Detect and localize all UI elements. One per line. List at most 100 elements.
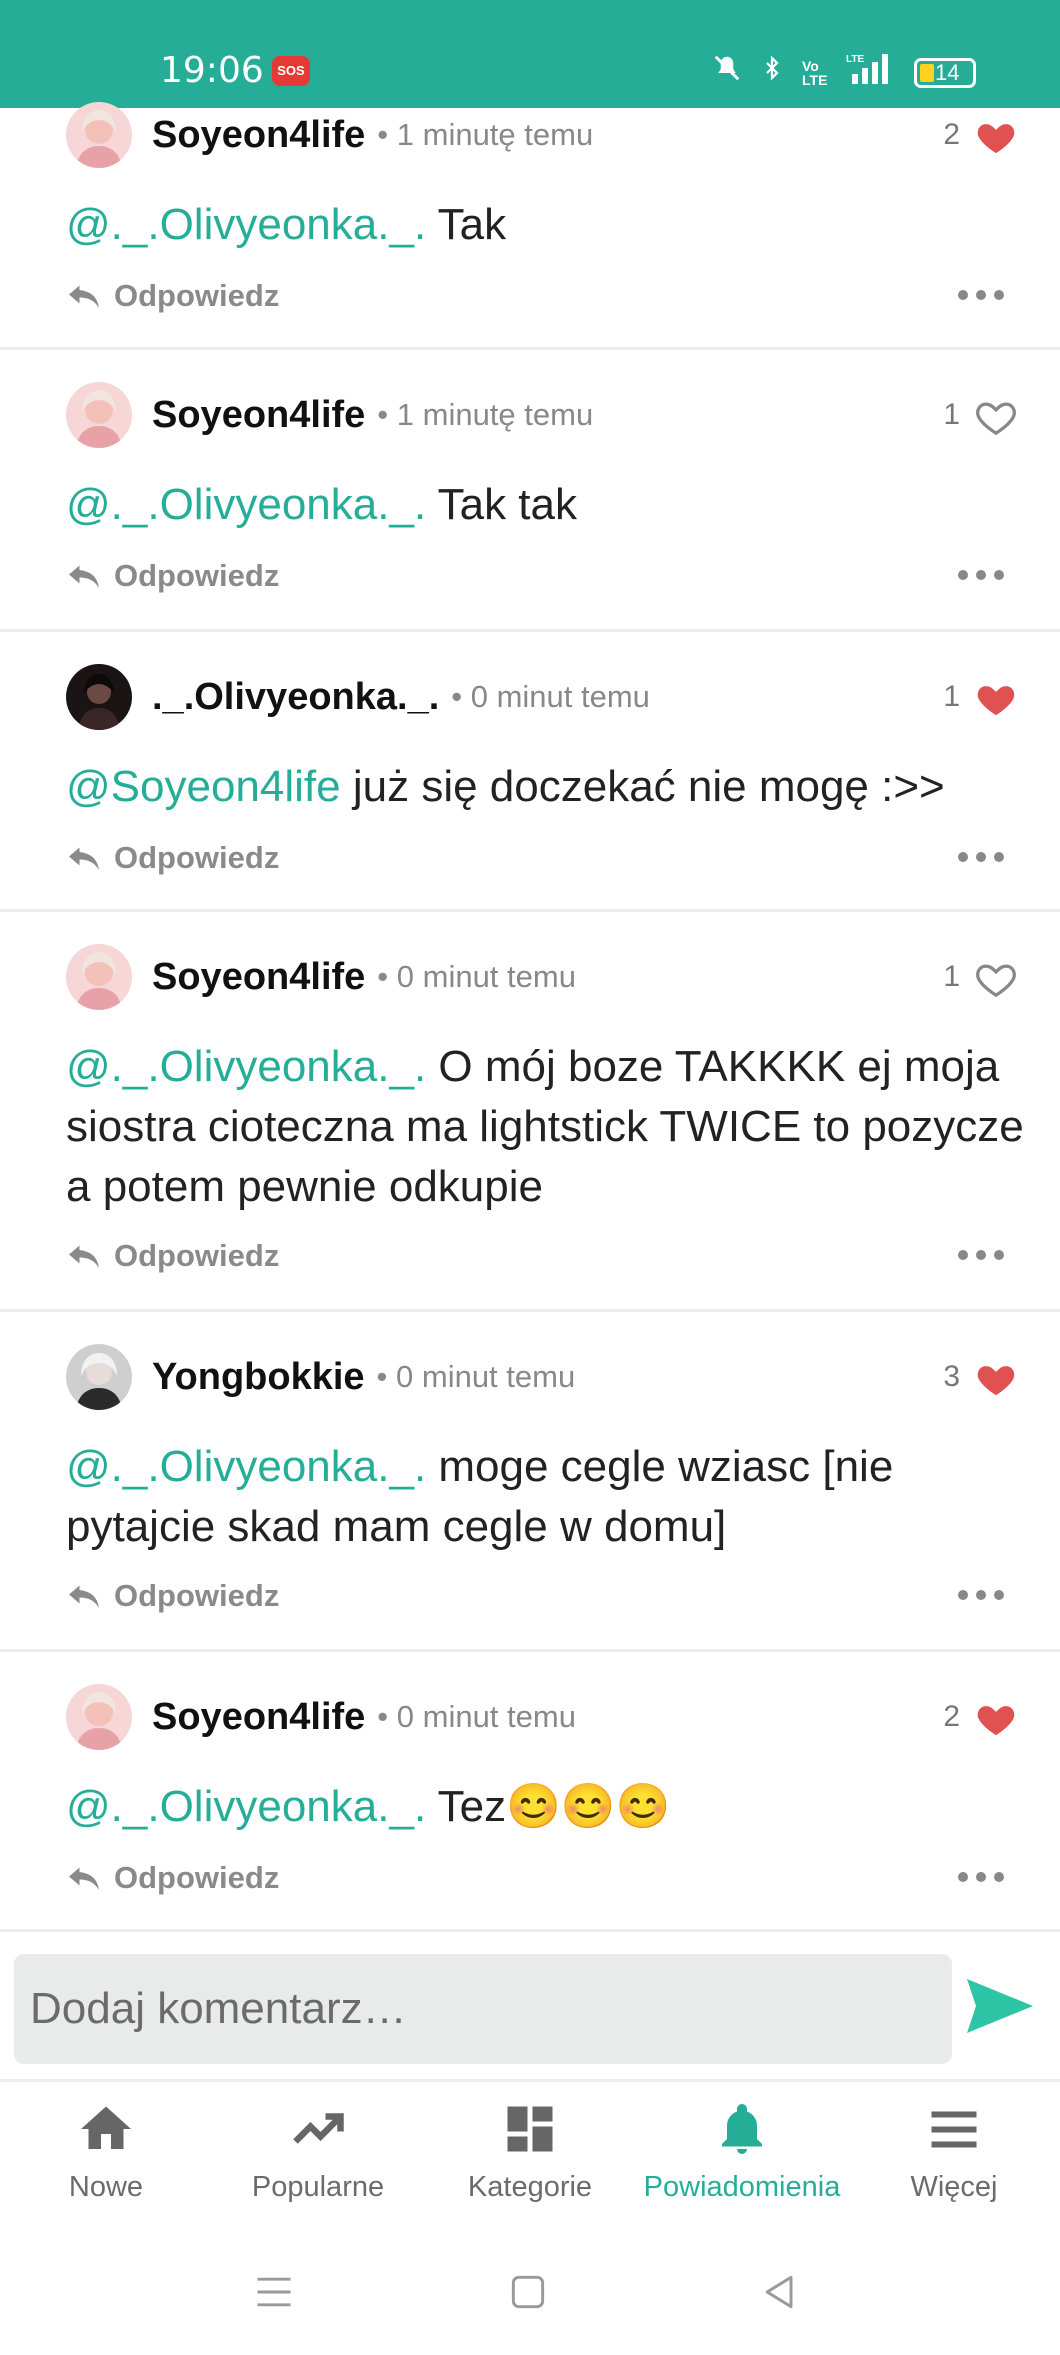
reply-icon <box>69 1245 99 1268</box>
reply-label: Odpowiedz <box>114 1860 280 1895</box>
reply-icon <box>69 565 99 588</box>
like-control[interactable]: 2 <box>943 1687 1018 1747</box>
comment-item: Soyeon4life • 1 minutę temu 1 @._.Olivye… <box>0 350 1060 632</box>
comment-item: Yongbokkie • 0 minut temu 3 @._.Olivyeon… <box>0 1312 1060 1652</box>
reply-button[interactable]: Odpowiedz <box>66 1860 279 1896</box>
dashboard-icon <box>507 2106 553 2152</box>
comment-header: Soyeon4life • 0 minut temu <box>66 1682 576 1752</box>
reply-icon <box>69 1585 99 1608</box>
more-options-icon[interactable] <box>958 1872 1004 1882</box>
comment-header: Soyeon4life • 1 minutę temu <box>66 100 593 170</box>
comment-username[interactable]: Soyeon4life <box>152 956 365 999</box>
comment-composer <box>0 1932 1060 2082</box>
comment-time: • 0 minut temu <box>377 959 576 994</box>
nav-label: Nowe <box>68 2171 144 2203</box>
comment-body: @._.Olivyeonka._. moge cegle wziasc [nie… <box>66 1437 1030 1557</box>
reply-button[interactable]: Odpowiedz <box>66 278 279 314</box>
heart-icon[interactable] <box>974 1357 1018 1397</box>
system-navigation <box>0 2240 1060 2355</box>
more-options-icon[interactable] <box>958 290 1004 300</box>
like-count: 2 <box>943 118 960 151</box>
avatar[interactable] <box>66 944 132 1010</box>
comment-time: • 0 minut temu <box>377 1699 576 1734</box>
reply-label: Odpowiedz <box>114 558 280 593</box>
home-button-icon[interactable] <box>506 2270 550 2314</box>
comment-time: • 1 minutę temu <box>377 397 594 432</box>
nav-label: Popularne <box>251 2171 385 2203</box>
comment-body: @._.Olivyeonka._. Tak <box>66 195 1030 255</box>
trending-icon <box>293 2113 344 2144</box>
avatar[interactable] <box>66 1344 132 1410</box>
more-options-icon[interactable] <box>958 570 1004 580</box>
comment-header: Soyeon4life • 0 minut temu <box>66 942 576 1012</box>
comment-header: ._.Olivyeonka._. • 0 minut temu <box>66 662 650 732</box>
recent-apps-icon[interactable] <box>252 2270 296 2314</box>
nav-label: Kategorie <box>467 2171 593 2203</box>
reply-label: Odpowiedz <box>114 278 280 313</box>
avatar[interactable] <box>66 664 132 730</box>
comment-text: Tez😊😊😊 <box>426 1782 671 1831</box>
comment-username[interactable]: Soyeon4life <box>152 114 365 157</box>
reply-button[interactable]: Odpowiedz <box>66 558 279 594</box>
avatar[interactable] <box>66 1684 132 1750</box>
comment-username[interactable]: Yongbokkie <box>152 1356 365 1399</box>
like-count: 1 <box>943 680 960 713</box>
comment-item: ._.Olivyeonka._. • 0 minut temu 1 @Soyeo… <box>0 632 1060 912</box>
reply-icon <box>69 285 99 308</box>
home-icon <box>81 2106 131 2149</box>
heart-icon[interactable] <box>974 1697 1018 1737</box>
reply-button[interactable]: Odpowiedz <box>66 1578 279 1614</box>
comment-input[interactable] <box>14 1954 952 2064</box>
nav-item-kategorie[interactable]: Kategorie <box>424 2085 636 2235</box>
like-count: 2 <box>943 1700 960 1733</box>
heart-icon[interactable] <box>974 957 1018 998</box>
like-count: 1 <box>943 960 960 993</box>
comment-body: @Soyeon4life już się doczekać nie mogę :… <box>66 757 1030 817</box>
comment-time: • 0 minut temu <box>451 679 650 714</box>
mention-link[interactable]: @._.Olivyeonka._. <box>66 1042 426 1091</box>
reply-icon <box>69 1867 99 1890</box>
nav-item-popularne[interactable]: Popularne <box>212 2085 424 2235</box>
avatar[interactable] <box>66 102 132 168</box>
comment-item: Soyeon4life • 1 minutę temu 2 @._.Olivye… <box>0 0 1060 350</box>
nav-item-wiecej[interactable]: Więcej <box>848 2085 1060 2235</box>
comment-username[interactable]: Soyeon4life <box>152 1696 365 1739</box>
comment-body: @._.Olivyeonka._. Tez😊😊😊 <box>66 1777 1030 1837</box>
back-icon[interactable] <box>758 2270 802 2314</box>
heart-icon[interactable] <box>974 395 1018 436</box>
reply-label: Odpowiedz <box>114 1578 280 1613</box>
like-control[interactable]: 1 <box>943 947 1018 1007</box>
comment-time: • 1 minutę temu <box>377 117 594 152</box>
comment-item: Soyeon4life • 0 minut temu 2 @._.Olivyeo… <box>0 1652 1060 1932</box>
like-control[interactable]: 2 <box>943 105 1018 165</box>
like-control[interactable]: 1 <box>943 667 1018 727</box>
reply-button[interactable]: Odpowiedz <box>66 1238 279 1274</box>
nav-label: Więcej <box>910 2171 998 2203</box>
like-control[interactable]: 1 <box>943 385 1018 445</box>
nav-item-powiadomienia[interactable]: Powiadomienia <box>636 2085 848 2235</box>
reply-label: Odpowiedz <box>114 1238 280 1273</box>
heart-icon[interactable] <box>974 115 1018 155</box>
avatar[interactable] <box>66 382 132 448</box>
comment-text: już się doczekać nie mogę :>> <box>340 762 945 811</box>
nav-item-nowe[interactable]: Nowe <box>0 2085 212 2235</box>
comment-header: Soyeon4life • 1 minutę temu <box>66 380 593 450</box>
mention-link[interactable]: @Soyeon4life <box>66 762 341 811</box>
heart-icon[interactable] <box>974 677 1018 717</box>
reply-button[interactable]: Odpowiedz <box>66 840 279 876</box>
mention-link[interactable]: @._.Olivyeonka._. <box>66 480 426 529</box>
comment-header: Yongbokkie • 0 minut temu <box>66 1342 575 1412</box>
more-options-icon[interactable] <box>958 852 1004 862</box>
comment-username[interactable]: Soyeon4life <box>152 394 365 437</box>
mention-link[interactable]: @._.Olivyeonka._. <box>66 1782 426 1831</box>
more-options-icon[interactable] <box>958 1250 1004 1260</box>
send-icon[interactable] <box>964 1976 1036 2036</box>
mention-link[interactable]: @._.Olivyeonka._. <box>66 200 426 249</box>
more-options-icon[interactable] <box>958 1590 1004 1600</box>
comment-username[interactable]: ._.Olivyeonka._. <box>152 676 439 719</box>
like-control[interactable]: 3 <box>943 1347 1018 1407</box>
comment-time: • 0 minut temu <box>376 1359 576 1394</box>
comment-body: @._.Olivyeonka._. Tak tak <box>66 475 1030 535</box>
like-count: 1 <box>943 398 960 431</box>
mention-link[interactable]: @._.Olivyeonka._. <box>66 1442 426 1491</box>
